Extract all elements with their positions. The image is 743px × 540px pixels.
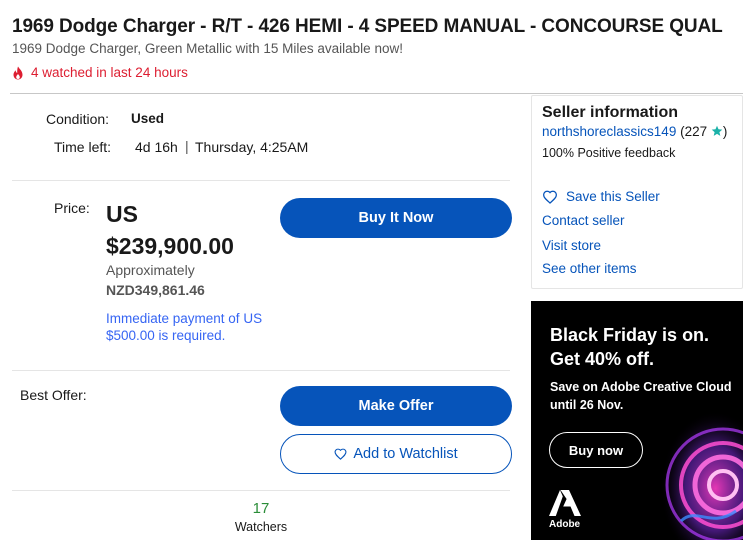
ad-artwork [651,411,743,540]
ad-headline: Black Friday is on. Get 40% off. [550,323,709,371]
deposit-notice: Immediate payment of US $500.00 is requi… [106,311,263,343]
ad-subtext: Save on Adobe Creative Cloud until 26 No… [550,378,732,414]
buy-it-now-button[interactable]: Buy It Now [280,198,512,238]
seller-rating-close: ) [722,124,728,139]
listing-title: 1969 Dodge Charger - R/T - 426 HEMI - 4 … [12,16,723,37]
adobe-brand-text: Adobe [549,519,581,530]
ad-headline-line-2: Get 40% off. [550,349,655,369]
condition-value: Used [131,111,165,126]
price-currency: US [106,201,138,227]
price-label: Price: [54,200,90,216]
watchers-count: 17 [252,500,270,517]
heart-icon [542,190,558,204]
adobe-ad-banner[interactable]: Black Friday is on. Get 40% off. Save on… [531,301,743,540]
star-icon [711,125,723,136]
flame-icon [13,66,23,79]
price-amount: $239,900.00 [106,233,234,259]
listing-subtitle: 1969 Dodge Charger, Green Metallic with … [12,41,403,56]
watched-notice: 4 watched in last 24 hours [12,65,188,80]
seller-info-title: Seller information [542,104,679,121]
watchers-label: Watchers [234,520,288,534]
time-separator: | [185,138,189,154]
visit-store-link[interactable]: Visit store [542,238,601,253]
ad-subtext-line-1: Save on Adobe Creative Cloud [550,380,732,394]
time-left-value: 4d 16h [135,139,178,155]
watchlist-label: Add to Watchlist [353,446,458,462]
approx-label: Approximately [106,262,195,278]
watched-text: 4 watched in last 24 hours [31,65,188,80]
adobe-logo-icon [549,490,581,516]
divider [12,370,510,371]
add-to-watchlist-button[interactable]: Add to Watchlist [280,434,512,474]
ad-buy-now-button[interactable]: Buy now [549,432,643,468]
save-seller-label: Save this Seller [566,189,660,204]
seller-rating[interactable]: (227 [680,124,707,139]
divider [12,490,510,491]
seller-feedback: 100% Positive feedback [542,146,676,160]
header-divider [10,93,743,94]
approx-value: NZD349,861.46 [106,282,205,298]
seller-name-link[interactable]: northshoreclassics149 [542,124,676,139]
heart-icon [334,448,347,460]
condition-label: Condition: [46,111,110,127]
ad-subtext-line-2: until 26 Nov. [550,398,624,412]
see-other-items-link[interactable]: See other items [542,261,637,276]
divider [12,180,510,181]
save-seller-link[interactable]: Save this Seller [542,189,660,204]
contact-seller-link[interactable]: Contact seller [542,213,625,228]
price-value: US $239,900.00 [106,198,234,262]
seller-name-row: northshoreclassics149 (227 ) [542,124,727,139]
time-left-label: Time left: [54,139,112,155]
ad-headline-line-1: Black Friday is on. [550,325,710,345]
best-offer-label: Best Offer: [20,387,87,403]
end-time: Thursday, 4:25AM [195,139,309,155]
make-offer-button[interactable]: Make Offer [280,386,512,426]
